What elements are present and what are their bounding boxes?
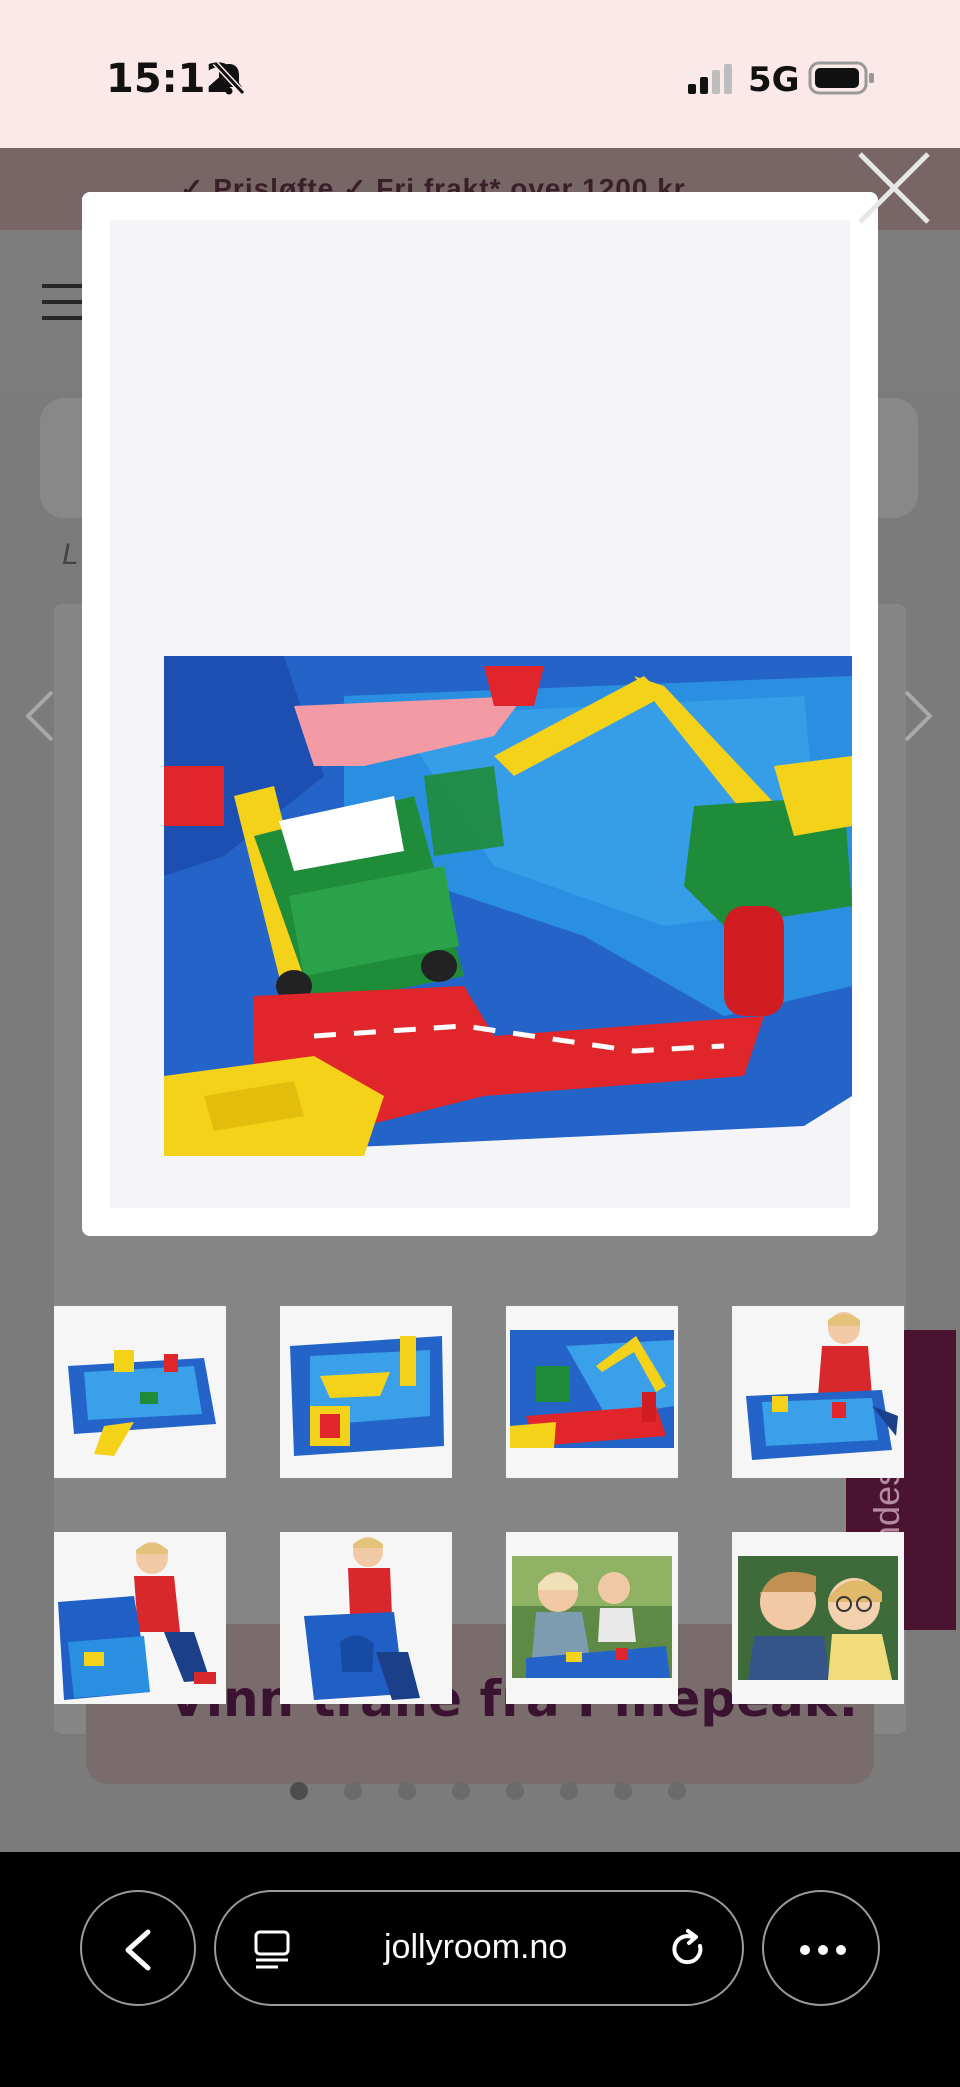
thumbnail-image [506,1532,678,1704]
thumbnail-4[interactable] [732,1306,904,1478]
carousel-dot [398,1782,416,1800]
bell-slash-icon [212,60,246,96]
thumbnail-6[interactable] [280,1532,452,1704]
thumbnail-image [506,1306,678,1478]
lightbox-modal [82,192,878,1236]
chevron-right-icon [904,690,933,742]
carousel-dot [452,1782,470,1800]
browser-more-button[interactable] [762,1890,880,2006]
thumbnail-image [280,1306,452,1478]
thumbnail-7[interactable] [506,1532,678,1704]
carousel-dot [290,1782,308,1800]
carousel-dots [290,1782,686,1800]
thumbnail-image [54,1532,226,1704]
thumbnail-grid [54,1306,906,1706]
network-label: 5G [748,60,800,100]
carousel-dot [614,1782,632,1800]
tabs-icon [254,1930,290,1969]
thumbnail-1[interactable] [54,1306,226,1478]
thumbnail-image [54,1306,226,1478]
thumbnail-8[interactable] [732,1532,904,1704]
main-product-image[interactable] [164,656,852,1156]
reload-icon[interactable] [666,1928,710,1972]
browser-back-button[interactable] [80,1890,196,2006]
url-text: jollyroom.no [384,1928,568,1966]
thumbnail-image [732,1532,904,1704]
carousel-dot [344,1782,362,1800]
thumbnail-3[interactable] [506,1306,678,1478]
carousel-dot [506,1782,524,1800]
more-icon [800,1945,846,1955]
close-icon[interactable] [856,150,932,226]
thumbnail-image [280,1532,452,1704]
thumbnail-image [732,1306,904,1478]
lightbox-image-frame [110,220,852,1208]
battery-icon [808,61,874,95]
signal-icon [688,64,732,94]
chevron-left-icon [25,690,54,742]
thumbnail-2[interactable] [280,1306,452,1478]
breadcrumb: L [62,538,79,571]
status-bar: 15:12 5G [0,0,960,148]
back-icon [125,1929,151,1971]
carousel-dot [560,1782,578,1800]
thumbnail-5[interactable] [54,1532,226,1704]
menu-icon [42,284,82,320]
carousel-dot [668,1782,686,1800]
